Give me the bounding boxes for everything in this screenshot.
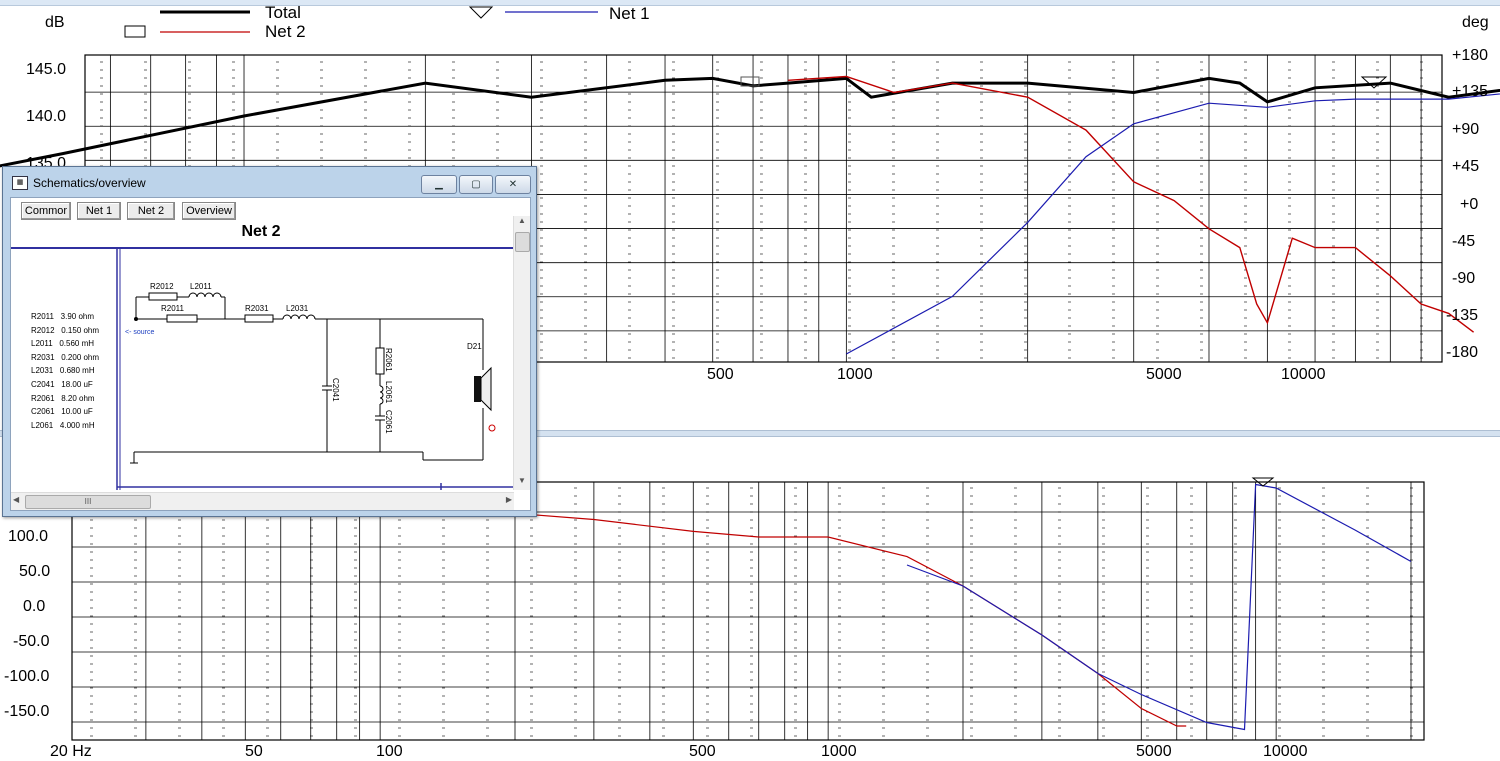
bottom-series-net2-line bbox=[458, 508, 1187, 727]
bottom-series-net1-line bbox=[906, 483, 1412, 731]
scroll-up-arrow-icon[interactable]: ▲ bbox=[516, 216, 528, 230]
minimize-button[interactable]: ▁ bbox=[421, 175, 457, 194]
bottom-x-tick: 1000 bbox=[821, 743, 857, 760]
legend-net1-label: Net 1 bbox=[609, 4, 650, 23]
top-x-tick: 5000 bbox=[1146, 366, 1182, 383]
bottom-x-tick: 100 bbox=[376, 743, 403, 760]
top-right-tick: +0 bbox=[1460, 196, 1479, 213]
vertical-scroll-thumb[interactable] bbox=[515, 232, 530, 252]
top-x-tick: 10000 bbox=[1281, 366, 1326, 383]
bottom-x-tick: 500 bbox=[689, 743, 716, 760]
close-button[interactable]: ✕ bbox=[495, 175, 531, 194]
label-r2061: R2061 bbox=[384, 348, 393, 372]
bottom-x-tick: 5000 bbox=[1136, 743, 1172, 760]
label-r2012: R2012 bbox=[150, 282, 174, 291]
top-right-tick: -90 bbox=[1452, 270, 1476, 287]
window-client-area: Commor Net 1 Net 2 Overview Net 2 R2011 … bbox=[10, 197, 531, 511]
maximize-button[interactable]: ▢ bbox=[459, 175, 493, 194]
top-x-tick: 1000 bbox=[837, 366, 873, 383]
label-l2011: L2011 bbox=[190, 282, 212, 291]
scroll-down-arrow-icon[interactable]: ▼ bbox=[516, 476, 528, 490]
series-net2-line bbox=[787, 75, 1475, 333]
scroll-left-arrow-icon[interactable]: ◀ bbox=[13, 495, 19, 504]
top-right-tick: -135 bbox=[1446, 307, 1479, 324]
label-c2061: C2061 bbox=[384, 410, 393, 434]
label-d21: D21 bbox=[467, 342, 482, 351]
window-title: Schematics/overview bbox=[33, 176, 146, 190]
top-right-tick: -180 bbox=[1446, 344, 1479, 361]
bottom-y-tick: -150.0 bbox=[4, 703, 50, 720]
bottom-y-tick: -50.0 bbox=[13, 633, 50, 650]
label-r2011: R2011 bbox=[161, 304, 185, 313]
bottom-x-tick: 20 Hz bbox=[50, 743, 92, 760]
horizontal-scroll-thumb[interactable]: III bbox=[25, 495, 151, 509]
top-y-tick: 140.0 bbox=[26, 108, 67, 125]
top-left-unit: dB bbox=[45, 14, 65, 31]
horizontal-scrollbar[interactable]: ◀ III ▶ bbox=[11, 492, 514, 510]
top-right-tick: +90 bbox=[1452, 121, 1480, 138]
schematics-window[interactable]: ▦ Schematics/overview ▁ ▢ ✕ Commor Net 1… bbox=[2, 166, 537, 517]
bottom-y-tick: 50.0 bbox=[19, 563, 51, 580]
label-c2041: C2041 bbox=[331, 378, 340, 402]
top-right-tick: +180 bbox=[1452, 47, 1489, 64]
legend-total-label: Total bbox=[265, 3, 301, 22]
bottom-y-tick: -100.0 bbox=[4, 668, 50, 685]
top-x-tick: 500 bbox=[707, 366, 734, 383]
app-icon: ▦ bbox=[12, 176, 28, 190]
bottom-y-tick: 100.0 bbox=[8, 528, 49, 545]
bottom-plot-curves bbox=[458, 483, 1412, 731]
scroll-right-arrow-icon[interactable]: ▶ bbox=[506, 495, 512, 504]
label-l2031: L2031 bbox=[286, 304, 309, 313]
bottom-plot-grid bbox=[72, 482, 1424, 740]
legend-net1-marker bbox=[468, 6, 494, 19]
window-titlebar[interactable]: ▦ Schematics/overview ▁ ▢ ✕ bbox=[3, 167, 536, 197]
bottom-x-tick: 50 bbox=[245, 743, 263, 760]
top-right-tick: -45 bbox=[1452, 233, 1476, 250]
top-y-tick: 145.0 bbox=[26, 61, 67, 78]
vertical-scrollbar[interactable]: ▲ ▼ bbox=[513, 216, 530, 490]
schematic-diagram: R2012 L2011 R2011 R2031 L2031 <- source … bbox=[11, 247, 514, 490]
label-l2061: L2061 bbox=[384, 381, 393, 404]
label-source: <- source bbox=[125, 329, 154, 336]
top-right-unit: deg bbox=[1462, 14, 1489, 31]
legend-net2-box bbox=[124, 25, 146, 38]
top-right-tick: +45 bbox=[1452, 158, 1480, 175]
top-right-tick: +135 bbox=[1452, 83, 1489, 100]
series-net1-line bbox=[846, 93, 1500, 355]
bottom-x-tick: 10000 bbox=[1263, 743, 1308, 760]
bottom-plot-frame bbox=[71, 481, 1425, 741]
legend-net2-label: Net 2 bbox=[265, 22, 306, 41]
label-r2031: R2031 bbox=[245, 304, 269, 313]
bottom-y-tick: 0.0 bbox=[23, 598, 46, 615]
